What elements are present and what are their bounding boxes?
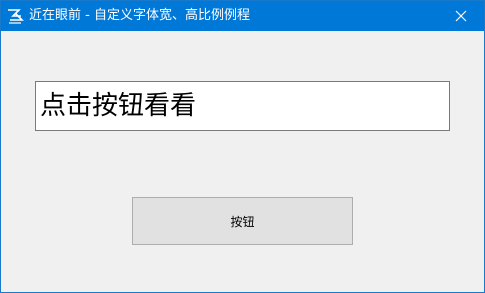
close-icon — [455, 10, 467, 22]
action-button[interactable]: 按钮 — [132, 197, 353, 245]
title-bar[interactable]: 近在眼前 - 自定义字体宽、高比例例程 — [1, 1, 484, 31]
client-area: 点击按钮看看 按钮 — [1, 31, 484, 292]
action-button-label: 按钮 — [230, 214, 255, 229]
app-logo-icon — [7, 7, 24, 24]
display-text-field[interactable]: 点击按钮看看 — [35, 81, 450, 131]
app-window: 近在眼前 - 自定义字体宽、高比例例程 点击按钮看看 按钮 — [0, 0, 485, 293]
window-title: 近在眼前 - 自定义字体宽、高比例例程 — [29, 8, 250, 23]
close-button[interactable] — [438, 1, 484, 31]
